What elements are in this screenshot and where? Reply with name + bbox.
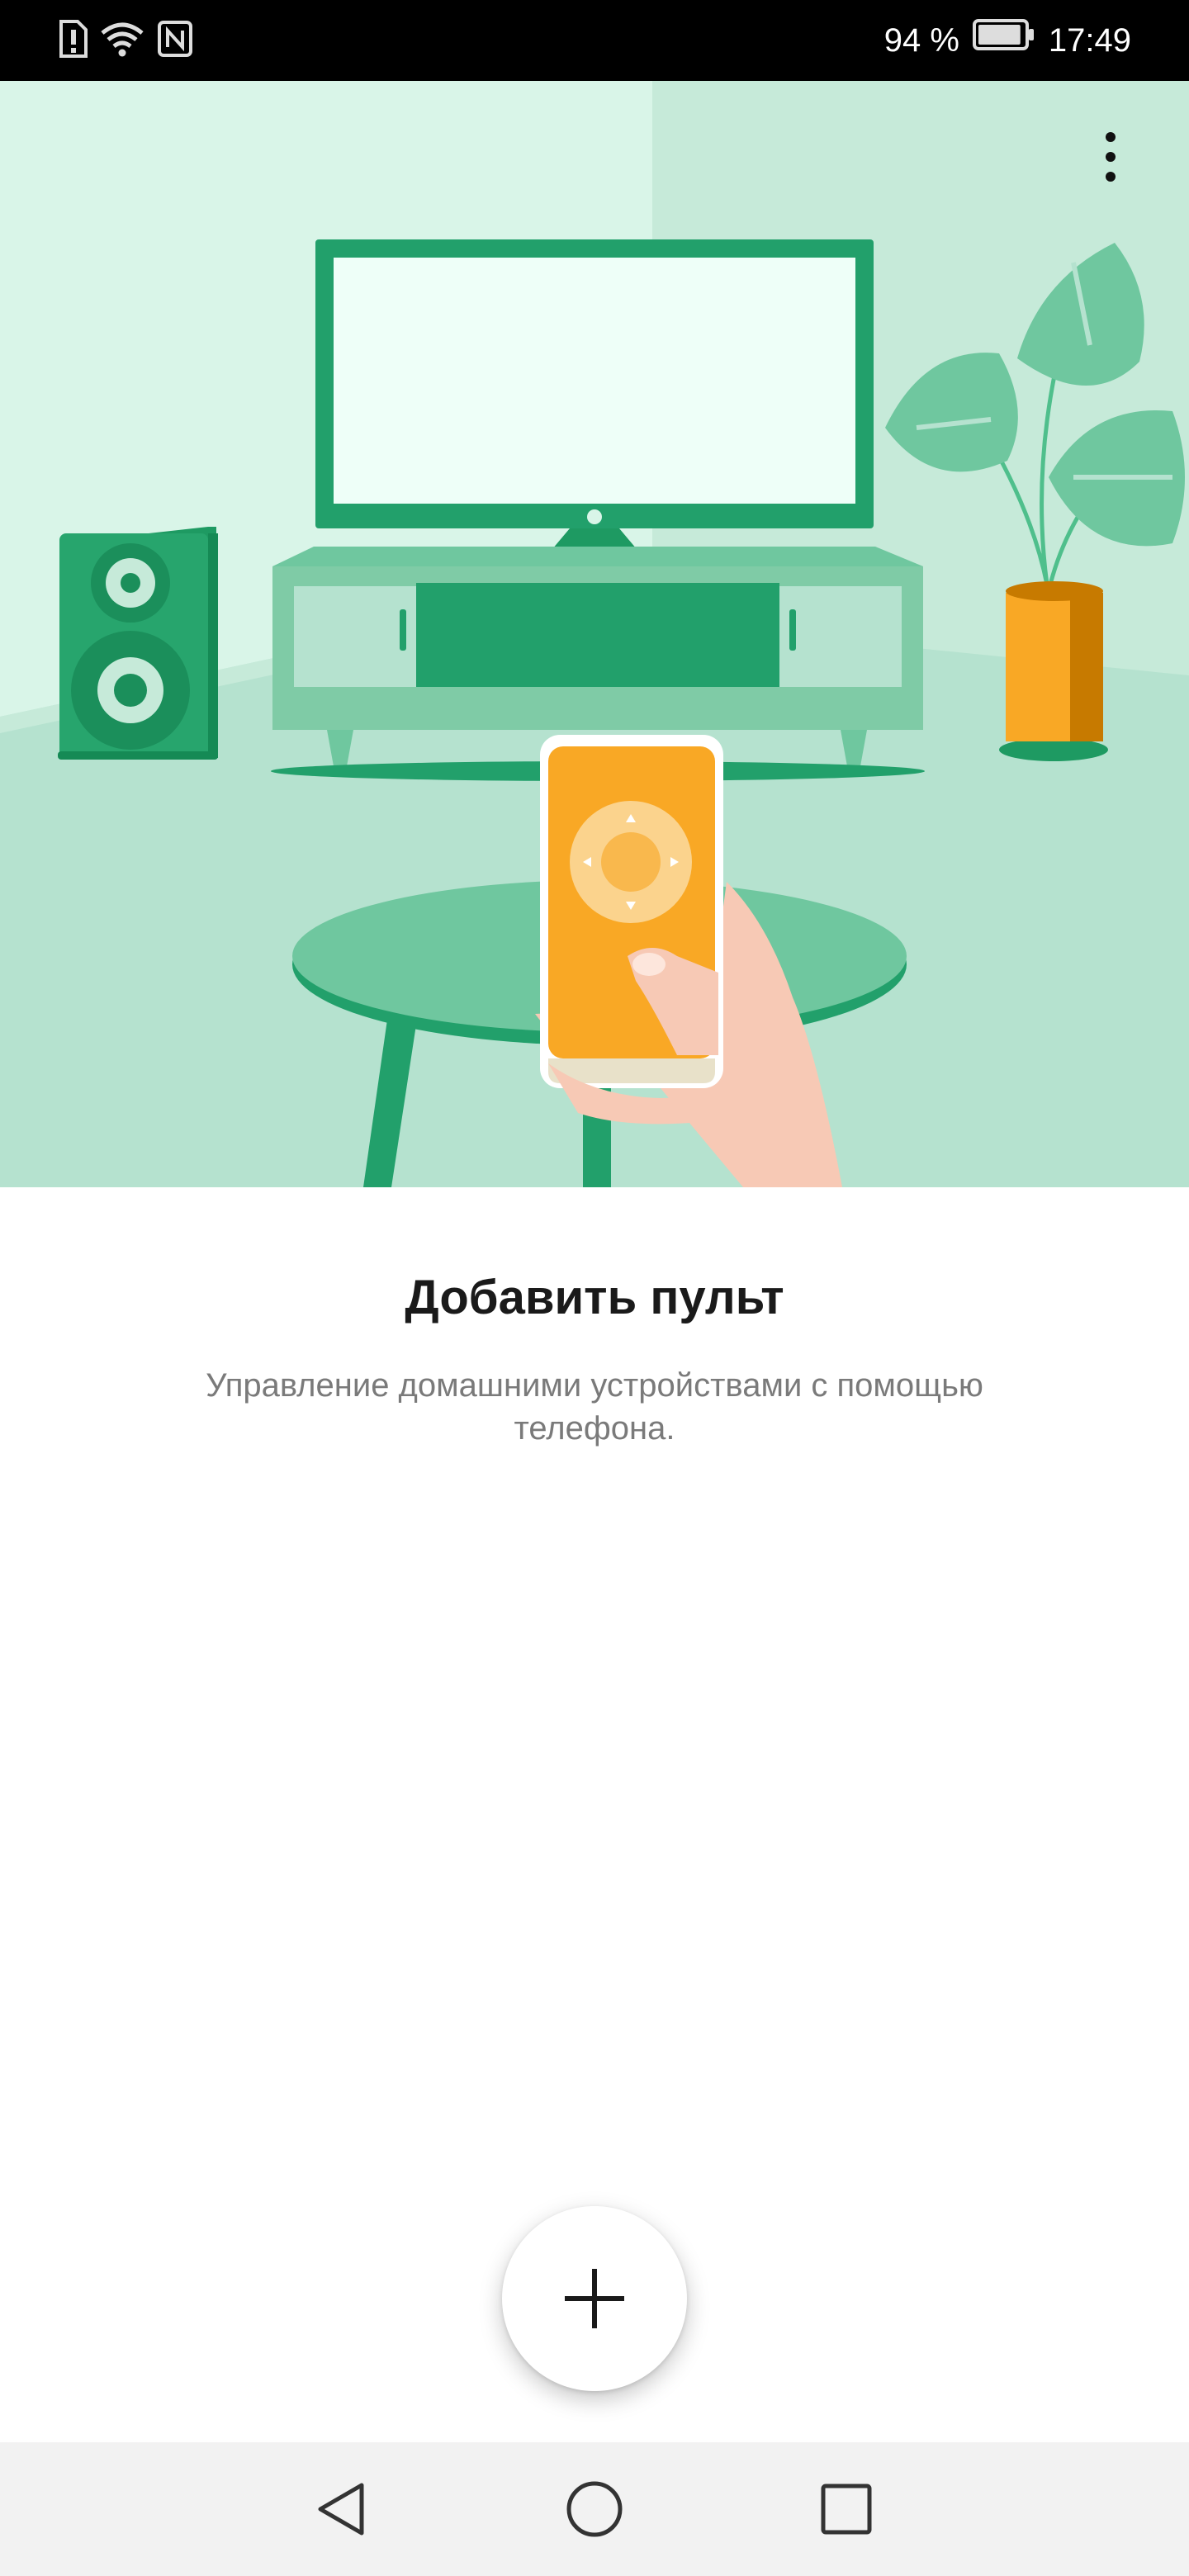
status-icons-left <box>58 18 193 63</box>
plus-icon <box>565 2269 624 2328</box>
battery-icon <box>972 15 1035 66</box>
wifi-icon <box>99 20 145 62</box>
living-room-illustration <box>0 81 1189 1187</box>
nfc-icon <box>157 20 193 62</box>
page-subtitle: Управление домашними устройствами с помо… <box>206 1367 983 1447</box>
more-vertical-icon-dot-2 <box>1106 152 1116 162</box>
more-options-button[interactable] <box>1082 116 1139 198</box>
more-vertical-icon-dot-3 <box>1106 172 1116 182</box>
status-time: 17:49 <box>1048 22 1131 59</box>
page-title: Добавить пульт <box>405 1271 784 1324</box>
navigation-bar <box>0 2442 1189 2576</box>
nav-back-button[interactable] <box>304 2472 378 2546</box>
home-icon <box>566 2481 623 2537</box>
screen: 94 % 17:49 Добавить пульт Управление дом… <box>0 0 1189 2576</box>
nav-home-button[interactable] <box>557 2472 632 2546</box>
back-icon <box>318 2483 364 2536</box>
sim-alert-icon <box>58 19 88 62</box>
status-bar: 94 % 17:49 <box>0 0 1189 81</box>
more-vertical-icon <box>1106 132 1116 142</box>
speaker-icon <box>58 527 218 760</box>
add-remote-button[interactable] <box>502 2206 687 2391</box>
nav-recents-button[interactable] <box>809 2472 883 2546</box>
recents-icon <box>821 2484 872 2535</box>
tv-icon <box>315 239 874 560</box>
status-icons-right: 94 % 17:49 <box>884 15 1131 66</box>
battery-percent: 94 % <box>883 22 959 59</box>
